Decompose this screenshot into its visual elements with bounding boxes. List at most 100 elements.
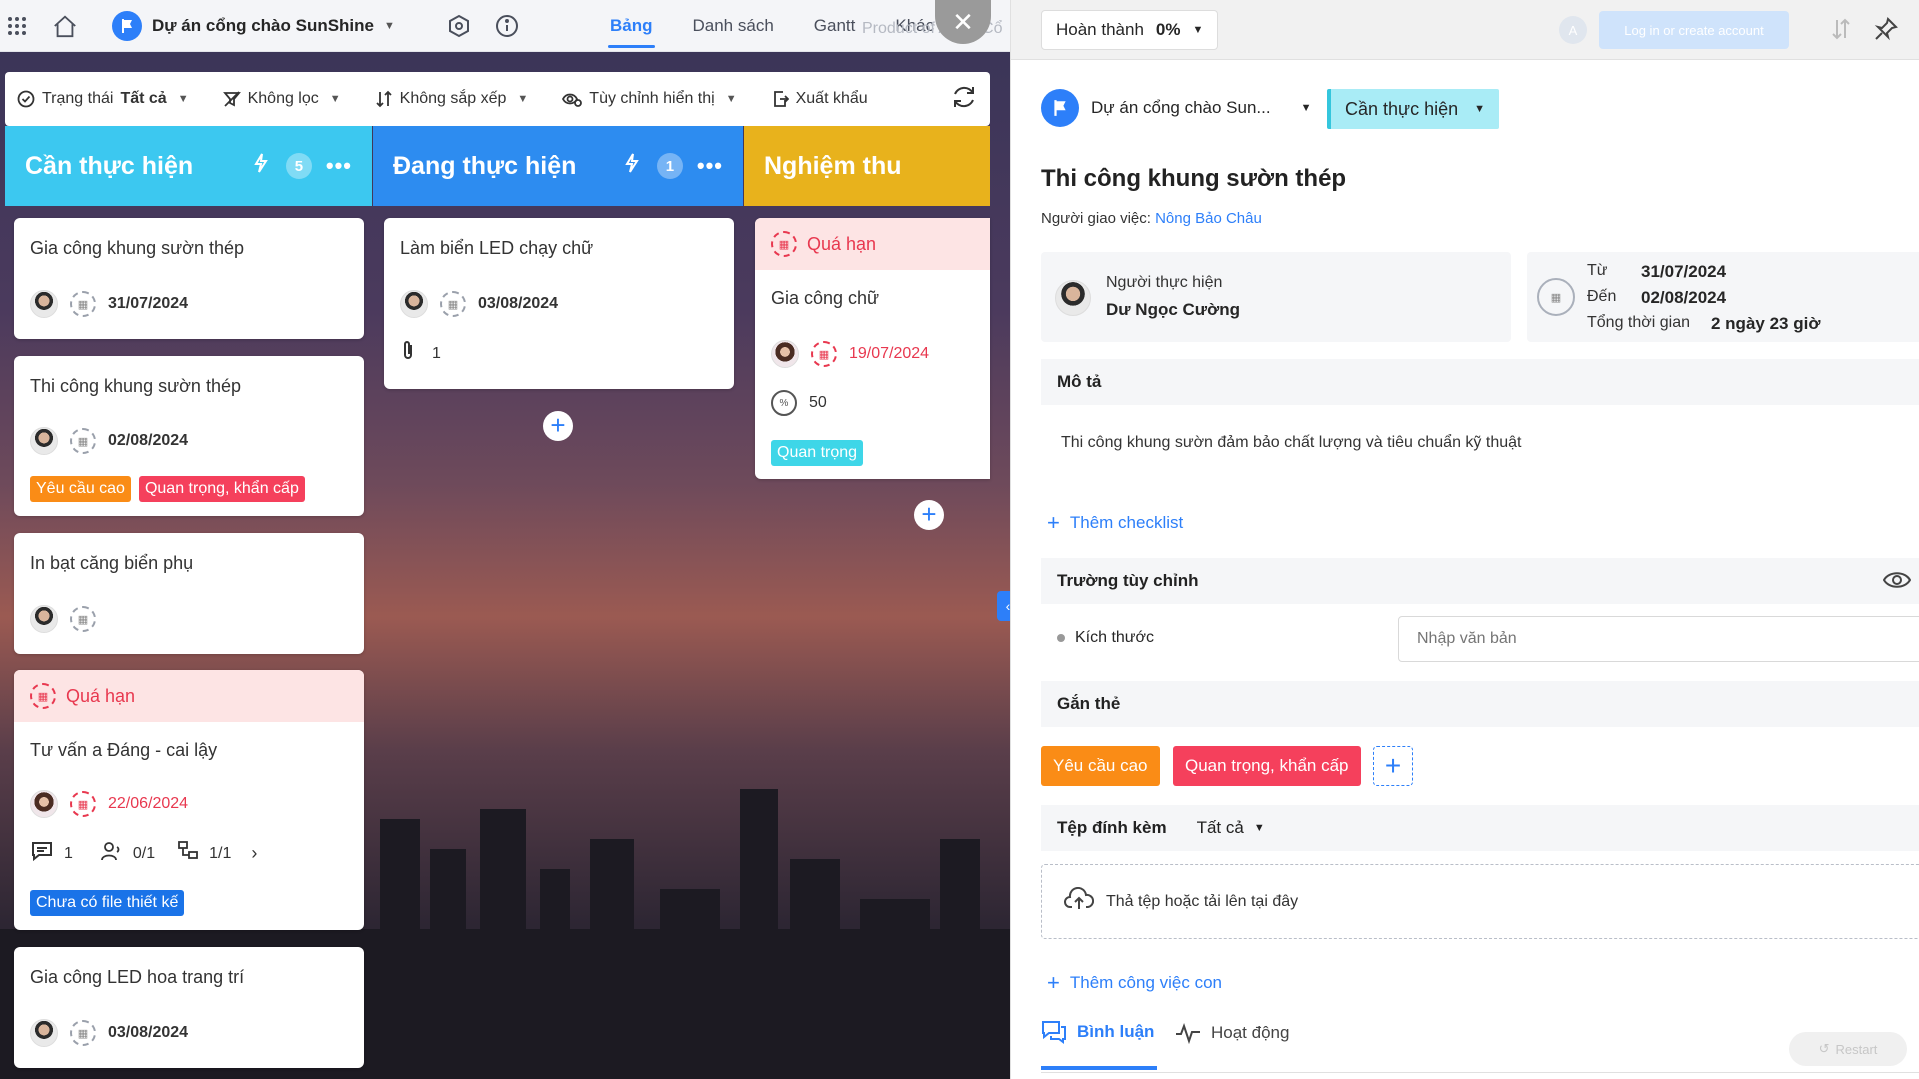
calendar-icon: ▦ [70,291,96,317]
add-card-button[interactable]: + [543,411,573,441]
task-card-title: Gia công khung sườn thép [30,238,244,258]
add-card-button[interactable]: + [914,500,944,530]
add-checklist-button[interactable]: + Thêm checklist [1047,510,1183,536]
custom-fields-title: Trường tùy chỉnh [1057,571,1199,590]
comment-count: 1 [64,844,73,862]
comment-icon [30,840,54,867]
bullet-dot [1057,634,1065,642]
task-card[interactable]: Làm biển LED chạy chữ ▦ 03/08/2024 1 [384,218,734,389]
description-header: Mô tả [1041,359,1919,405]
avatar [400,290,428,318]
tab-board[interactable]: Bảng [590,0,673,52]
chevron-down-icon: ▼ [329,93,341,105]
add-tag-button[interactable]: + [1373,746,1413,786]
restart-button[interactable]: ↺ Restart [1789,1032,1907,1066]
automation-icon[interactable] [621,152,643,181]
task-status-label: Cần thực hiện [1345,98,1459,119]
tag-urgent-important[interactable]: Quan trọng, khẩn cấp [1173,746,1361,786]
chevron-right-icon[interactable]: › [251,843,257,864]
calendar-icon: ▦ [70,1020,96,1046]
tags-header: Gắn thẻ [1041,681,1919,727]
task-card[interactable]: Gia công khung sườn thép ▦ 31/07/2024 [14,218,364,339]
more-options-icon[interactable]: ••• [697,155,723,177]
task-card[interactable]: ▦ Quá hạn Tư vấn a Đáng - cai lậy ▦ 22/0… [14,670,364,930]
restart-label: Restart [1835,1041,1878,1057]
calendar-icon: ▦ [70,791,96,817]
completion-dropdown[interactable]: Hoàn thành 0% ▼ [1041,10,1219,50]
attachment-count: 1 [432,344,441,362]
task-project-name: Dự án cổng chào Sun... [1091,98,1271,117]
refresh-icon[interactable] [950,83,978,116]
avatar [30,605,58,633]
tag-important: Quan trọng [771,440,864,466]
automation-icon[interactable] [250,152,272,181]
task-card-title: Gia công LED hoa trang trí [30,967,245,987]
avatar [30,290,58,318]
assigner-name[interactable]: Nông Bảo Châu [1155,210,1262,227]
status-filter[interactable]: Trạng thái Tất cả ▼ [17,90,189,108]
chevron-down-icon: ▼ [1192,24,1204,36]
info-icon[interactable] [494,13,520,39]
filter-off-icon [222,91,241,107]
filter-dropdown[interactable]: Không lọc ▼ [222,90,341,108]
tab-comments[interactable]: Bình luận [1041,1020,1154,1044]
subtask-count: 1/1 [209,844,232,862]
task-card[interactable]: ▦ Quá hạn Gia công chữ ▦ 19/07/2024 % 50… [755,218,990,479]
home-icon[interactable] [52,13,78,39]
tag-no-design-file: Chưa có file thiết kế [30,890,185,916]
attachments-filter-dropdown[interactable]: Tất cả ▼ [1197,818,1265,838]
progress-value: 50 [809,394,827,411]
assignee-count: 0/1 [132,844,156,862]
overdue-label: Quá hạn [807,233,877,254]
pin-icon[interactable] [1873,16,1899,47]
task-title[interactable]: Thi công khung sườn thép [1041,165,1346,193]
restart-icon: ↺ [1818,1041,1830,1056]
tag-high-requirement[interactable]: Yêu cầu cao [1041,746,1160,786]
filter-toolbar: Trạng thái Tất cả ▼ Không lọc ▼ Không sắ… [5,72,990,126]
tab-activity-label: Hoạt động [1211,1023,1290,1042]
settings-hexagon-icon[interactable] [446,13,472,39]
tab-comments-label: Bình luận [1077,1022,1155,1041]
add-checklist-label: Thêm checklist [1069,513,1184,532]
apps-grid-icon[interactable] [4,13,30,39]
avatar [30,1019,58,1047]
task-card-title: Thi công khung sườn thép [30,376,241,396]
login-button[interactable]: Log in or create account [1599,11,1789,49]
tab-list[interactable]: Danh sách [673,0,794,52]
eye-icon[interactable] [1882,568,1912,597]
export-button[interactable]: Xuất khẩu [771,90,868,108]
task-card-title: Tư vấn a Đáng - cai lậy [30,740,218,760]
column-count-badge: 5 [285,153,312,179]
task-project-selector[interactable]: Dự án cổng chào Sun... ▼ [1041,89,1312,127]
export-icon [773,91,789,107]
task-card[interactable]: Gia công LED hoa trang trí ▦ 03/08/2024 [14,947,364,1068]
description-text[interactable]: Thi công khung sườn đảm bảo chất lượng v… [1061,434,1521,452]
add-subtask-button[interactable]: + Thêm công việc con [1047,970,1222,996]
user-avatar[interactable]: A [1559,16,1587,44]
assignee-name: Dư Ngọc Cường [1106,300,1240,319]
calendar-alert-icon: ▦ [30,683,56,709]
sort-arrows-icon[interactable] [1831,18,1851,45]
due-date: 03/08/2024 [478,295,559,312]
attachments-title: Tệp đính kèm [1057,818,1167,837]
date-range-box[interactable]: ▦ Từ 31/07/2024 Đến 02/08/2024 Tổng thời… [1527,252,1919,342]
task-card[interactable]: In bạt căng biển phụ ▦ [14,533,364,654]
task-status-dropdown[interactable]: Cần thực hiện ▼ [1327,89,1500,129]
column-count-badge: 1 [656,153,683,179]
more-options-icon[interactable]: ••• [326,155,352,177]
size-field-label: Kích thước [1075,629,1155,646]
status-filter-value: Tất cả [120,90,167,107]
tab-activity[interactable]: Hoạt động [1175,1022,1289,1044]
task-card[interactable]: Thi công khung sườn thép ▦ 02/08/2024 Yê… [14,356,364,516]
assignee-box[interactable]: Người thực hiện Dư Ngọc Cường [1041,252,1511,342]
project-selector[interactable]: Dự án cổng chào SunShine ▼ [112,10,395,41]
progress-icon: % [771,390,797,416]
upload-dropzone[interactable]: Thả tệp hoặc tải lên tại đây [1041,864,1919,939]
custom-view-dropdown[interactable]: Tùy chỉnh hiển thị ▼ [562,90,737,108]
size-field-input[interactable] [1398,616,1919,662]
assigner-label: Người giao việc: [1041,210,1151,227]
avatar [771,340,799,368]
comment-icon [1042,1021,1066,1044]
sort-dropdown[interactable]: Không sắp xếp ▼ [375,90,528,108]
task-card-title: In bạt căng biển phụ [30,553,194,573]
